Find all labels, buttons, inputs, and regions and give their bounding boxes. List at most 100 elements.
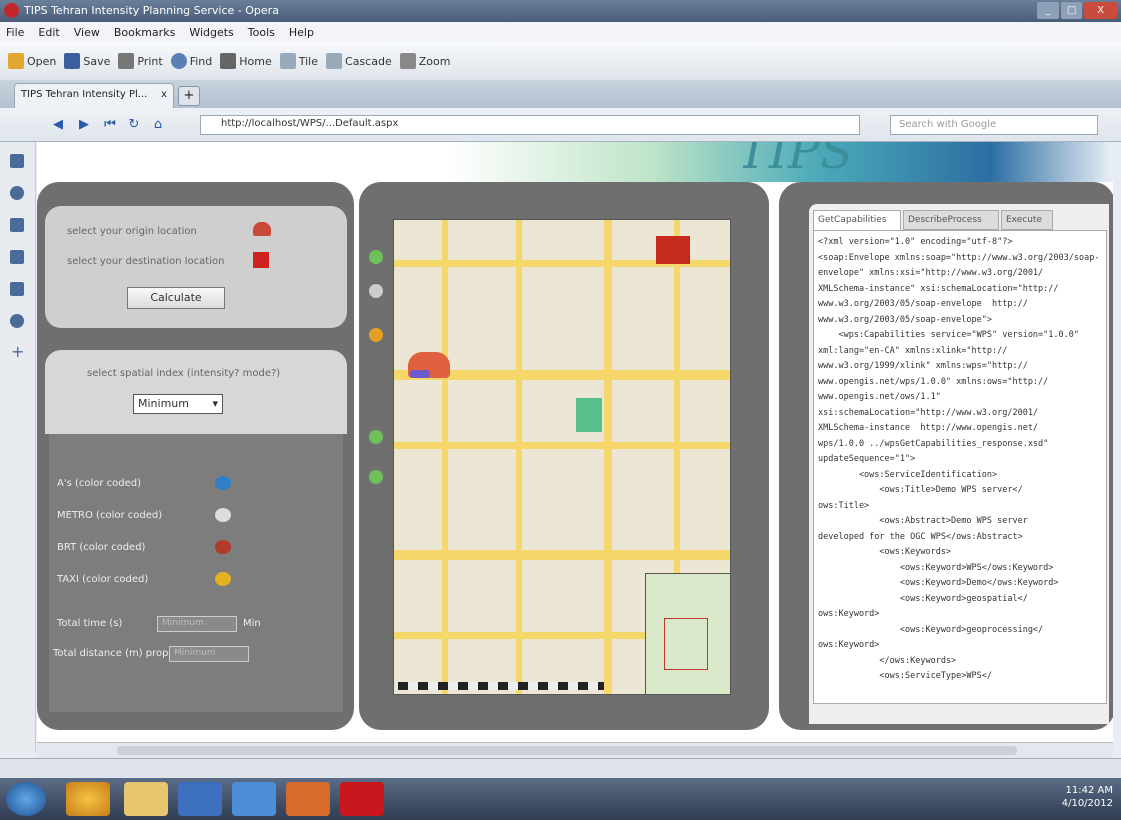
reload-icon[interactable]: ↻ [124, 115, 144, 135]
downloads-panel-icon[interactable] [10, 282, 24, 296]
rewind-icon[interactable]: ⏮ [100, 115, 120, 135]
folder-icon [8, 53, 24, 69]
horizontal-scrollbar[interactable] [37, 742, 1113, 758]
save-icon [64, 53, 81, 69]
web-page: TIPS select your origin location select … [37, 142, 1113, 742]
start-button-icon[interactable] [6, 782, 46, 816]
metro-legend-icon [215, 508, 231, 522]
chevron-down-icon: ▾ [212, 397, 218, 410]
minimize-button[interactable]: _ [1037, 2, 1059, 19]
map-panel [359, 182, 769, 730]
url-field[interactable]: http://localhost/WPS/...Default.aspx [200, 115, 860, 135]
share-panel-icon[interactable] [10, 218, 24, 232]
menu-file[interactable]: File [6, 26, 24, 39]
print-button[interactable]: Print [118, 53, 163, 69]
history-panel-icon[interactable] [10, 314, 24, 328]
find-button[interactable]: Find [170, 53, 212, 69]
mode-select[interactable]: Minimum ▾ [133, 394, 223, 414]
window-titlebar: TIPS Tehran Intensity Planning Service -… [0, 0, 1121, 22]
legend-label-3: BRT (color coded) [57, 542, 146, 553]
menu-help[interactable]: Help [289, 26, 314, 39]
minimap-viewport[interactable] [664, 618, 708, 670]
home-icon[interactable]: ⌂ [148, 115, 168, 135]
tile-button[interactable]: Tile [279, 53, 318, 69]
response-container: GetCapabilities DescribeProcess Execute … [809, 204, 1109, 724]
app-icon[interactable] [286, 782, 330, 816]
media-player-icon[interactable] [178, 782, 222, 816]
map-road [442, 220, 448, 694]
save-button[interactable]: Save [64, 53, 110, 69]
tab-describeprocess[interactable]: DescribeProcess [903, 210, 999, 230]
overview-minimap[interactable] [645, 573, 730, 694]
forward-icon[interactable]: ▶ [74, 115, 94, 135]
add-panel-icon[interactable]: + [11, 342, 24, 361]
tab-getcapabilities[interactable]: GetCapabilities [813, 210, 901, 230]
tab-tips[interactable]: TIPS Tehran Intensity Pl... x [14, 83, 174, 108]
total-distance-field[interactable]: Minimum [169, 646, 249, 662]
notes-panel-icon[interactable] [10, 250, 24, 264]
search-input[interactable]: Search with Google [890, 115, 1098, 135]
zoom-button[interactable]: Zoom [399, 53, 450, 69]
person-icon[interactable] [369, 328, 383, 342]
bus-legend-icon [215, 476, 231, 490]
address-bar: ◀ ▶ ⏮ ↻ ⌂ http://localhost/WPS/...Defaul… [0, 108, 1121, 142]
city-map[interactable] [393, 219, 731, 695]
bookmarks-panel-icon[interactable] [10, 154, 24, 168]
total-time-field[interactable]: Minimum [157, 616, 237, 632]
menu-tools[interactable]: Tools [248, 26, 275, 39]
app-icon[interactable] [232, 782, 276, 816]
zoom-level-icon[interactable] [369, 430, 383, 444]
location-selector: select your origin location select your … [45, 206, 347, 328]
tab-bar: TIPS Tehran Intensity Pl... x + [0, 80, 1121, 108]
cascade-button[interactable]: Cascade [326, 53, 392, 69]
menu-bar: File Edit View Bookmarks Widgets Tools H… [0, 22, 1121, 42]
window-title: TIPS Tehran Intensity Planning Service -… [24, 4, 279, 17]
home-button[interactable]: Home [220, 53, 272, 69]
destination-flag-icon[interactable] [656, 236, 690, 264]
park-area [576, 398, 602, 432]
back-icon[interactable]: ◀ [48, 115, 68, 135]
taxi-legend-icon [215, 572, 231, 586]
transit-route [410, 370, 430, 378]
menu-edit[interactable]: Edit [38, 26, 59, 39]
chrome-icon[interactable] [66, 782, 110, 816]
menu-view[interactable]: View [74, 26, 100, 39]
scroll-thumb[interactable] [117, 746, 1017, 755]
opera-side-panel: + [0, 142, 36, 752]
zoom-in-icon[interactable] [369, 284, 383, 298]
printer-icon [118, 53, 135, 69]
magnifier-icon [170, 53, 187, 69]
open-button[interactable]: Open [8, 53, 56, 69]
total-time-unit: Min [243, 618, 261, 629]
zoom-out-icon[interactable] [369, 470, 383, 484]
new-tab-button[interactable]: + [178, 86, 200, 106]
system-clock[interactable]: 11:42 AM 4/10/2012 [1062, 784, 1113, 810]
menu-widgets[interactable]: Widgets [189, 26, 233, 39]
windows-taskbar: 11:42 AM 4/10/2012 [0, 778, 1121, 820]
close-window-button[interactable]: X [1084, 2, 1118, 19]
maximize-button[interactable]: □ [1060, 2, 1083, 19]
pan-control-icon[interactable] [369, 250, 383, 264]
calculate-button[interactable]: Calculate [127, 287, 225, 309]
map-scale-bar [398, 682, 604, 690]
menu-bookmarks[interactable]: Bookmarks [114, 26, 175, 39]
xml-response-text[interactable]: <?xml version="1.0" encoding="utf-8"?> <… [813, 230, 1107, 704]
cascade-icon [326, 53, 343, 69]
tab-close-icon[interactable]: x [161, 89, 167, 100]
destination-flag-icon[interactable] [253, 252, 269, 268]
total-time-label: Total time (s) [57, 618, 123, 629]
home-icon [220, 53, 237, 69]
tile-icon [279, 53, 296, 69]
legend-area: A's (color coded) METRO (color coded) BR… [49, 434, 343, 712]
mode-selector: select spatial index (intensity? mode?) … [45, 350, 347, 434]
mode-label: select spatial index (intensity? mode?) [87, 368, 281, 379]
wps-response-panel: GetCapabilities DescribeProcess Execute … [779, 182, 1113, 730]
opera-taskbar-icon[interactable] [340, 782, 384, 816]
tips-logo: TIPS [737, 142, 854, 180]
opera-icon [4, 3, 19, 18]
widgets-panel-icon[interactable] [10, 186, 24, 200]
zoom-icon [399, 53, 416, 69]
origin-marker-icon[interactable] [253, 222, 271, 236]
explorer-icon[interactable] [124, 782, 168, 816]
tab-execute[interactable]: Execute [1001, 210, 1053, 230]
